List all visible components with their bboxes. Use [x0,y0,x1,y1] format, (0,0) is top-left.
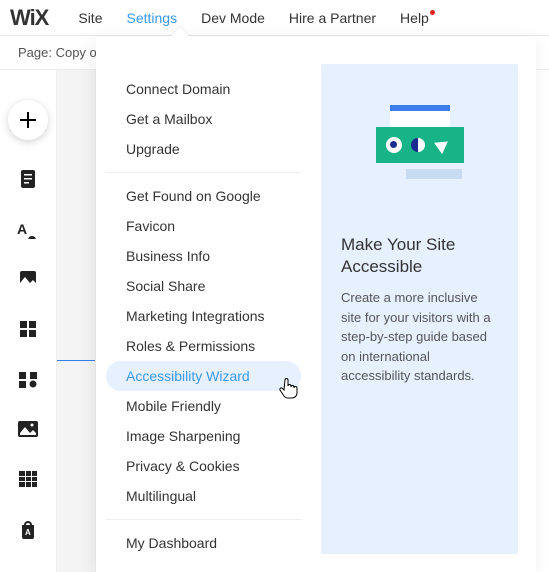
table-icon [19,471,37,487]
apps-icon [19,320,37,338]
rail-store[interactable]: A [17,518,39,540]
top-bar: WiX Site Settings Dev Mode Hire a Partne… [0,0,549,36]
rail-media[interactable] [17,418,39,440]
item-accessibility-wizard[interactable]: Accessibility Wizard [106,361,301,391]
menu-help-label: Help [400,10,429,26]
item-connect-domain[interactable]: Connect Domain [106,74,301,104]
item-image-sharpening[interactable]: Image Sharpening [106,421,301,451]
item-get-found-google[interactable]: Get Found on Google [106,181,301,211]
theme-icon: A [17,219,39,239]
item-social-share[interactable]: Social Share [106,271,301,301]
menu-group-3: My Dashboard [106,520,301,566]
rail-my-business[interactable] [17,368,39,390]
info-title: Make Your Site Accessible [341,234,498,278]
svg-text:A: A [17,221,27,237]
page-label[interactable]: Page: Copy o [18,45,97,60]
illustration-eye-icon [386,137,402,153]
canvas-area [56,70,96,572]
puzzle-icon [18,369,38,389]
illustration-banner-icon [376,127,464,163]
rail-theme[interactable]: A [17,218,39,240]
image-icon [19,270,37,288]
menu-settings[interactable]: Settings [126,10,177,26]
media-icon [18,421,38,437]
info-description: Create a more inclusive site for your vi… [341,288,498,386]
rail-data[interactable] [17,468,39,490]
store-icon: A [19,519,37,539]
menu-hire-partner[interactable]: Hire a Partner [289,10,376,26]
rail-apps[interactable] [17,318,39,340]
menu-group-1: Connect Domain Get a Mailbox Upgrade [106,66,301,173]
item-privacy-cookies[interactable]: Privacy & Cookies [106,451,301,481]
menu-dev-mode[interactable]: Dev Mode [201,10,265,26]
item-upgrade[interactable]: Upgrade [106,134,301,164]
add-button[interactable] [8,100,48,140]
svg-text:A: A [25,528,31,537]
canvas-guide-line [57,360,95,361]
item-my-dashboard[interactable]: My Dashboard [106,528,301,558]
top-menu: Site Settings Dev Mode Hire a Partner He… [78,10,434,26]
illustration-pointer-icon [435,136,453,154]
rail-background[interactable] [17,268,39,290]
item-marketing-integrations[interactable]: Marketing Integrations [106,301,301,331]
menu-site[interactable]: Site [78,10,102,26]
menu-group-2: Get Found on Google Favicon Business Inf… [106,173,301,520]
notification-dot-icon [430,10,435,15]
illustration-contrast-icon [411,138,425,152]
item-get-mailbox[interactable]: Get a Mailbox [106,104,301,134]
info-illustration [341,90,498,200]
page-icon [19,169,37,189]
settings-menu-list: Connect Domain Get a Mailbox Upgrade Get… [96,36,311,572]
plus-icon [19,111,37,129]
item-favicon[interactable]: Favicon [106,211,301,241]
menu-help[interactable]: Help [400,10,435,26]
item-roles-permissions[interactable]: Roles & Permissions [106,331,301,361]
side-rail: A A [0,70,56,540]
item-mobile-friendly[interactable]: Mobile Friendly [106,391,301,421]
settings-dropdown: Connect Domain Get a Mailbox Upgrade Get… [96,36,536,572]
item-multilingual[interactable]: Multilingual [106,481,301,511]
wix-logo: WiX [10,5,48,31]
item-business-info[interactable]: Business Info [106,241,301,271]
info-panel: Make Your Site Accessible Create a more … [321,64,518,554]
rail-pages[interactable] [17,168,39,190]
